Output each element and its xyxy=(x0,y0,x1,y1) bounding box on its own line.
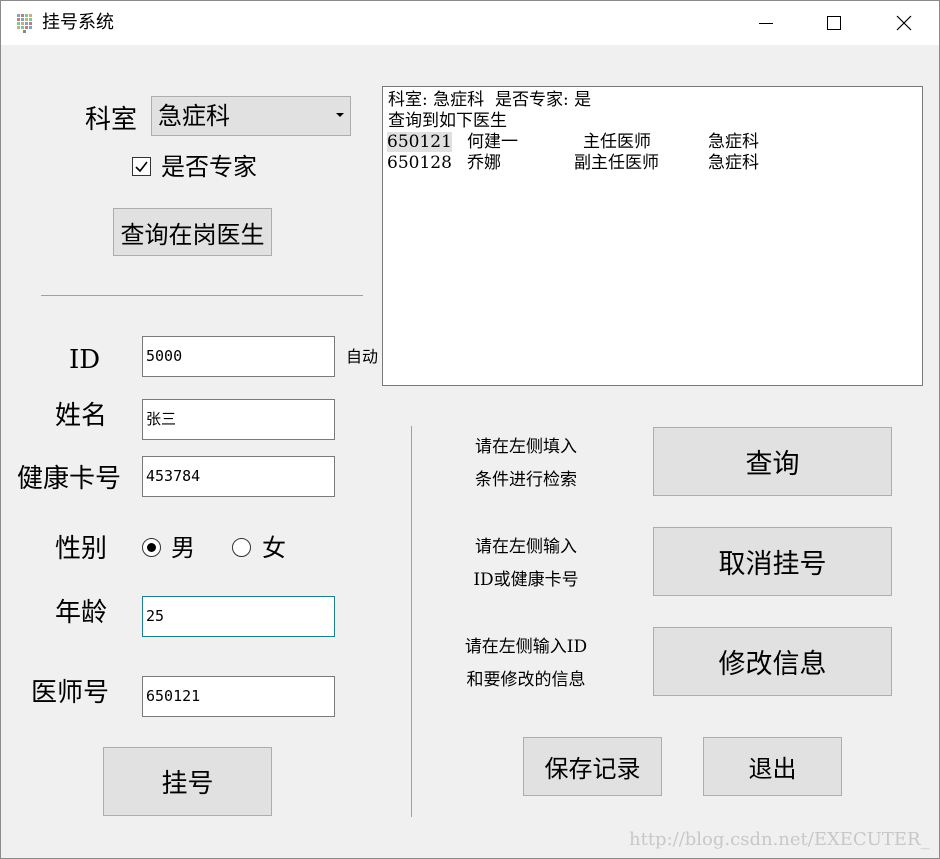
register-button[interactable]: 挂号 xyxy=(103,747,272,816)
checkmark-icon xyxy=(135,161,148,173)
gender-label: 性别 xyxy=(55,534,108,564)
expert-checkbox-label[interactable]: 是否专家 xyxy=(161,152,257,182)
name-label: 姓名 xyxy=(55,401,108,431)
result-summary: 科室: 急症科 是否专家: 是 xyxy=(388,90,592,110)
department-select[interactable]: 急症科 xyxy=(151,96,351,136)
close-icon xyxy=(896,15,912,31)
cancel-hint-line2: ID或健康卡号 xyxy=(473,570,579,590)
query-doctors-button[interactable]: 查询在岗医生 xyxy=(113,208,272,256)
doctor-number-label: 医师号 xyxy=(31,678,110,708)
doctor-dept: 急症科 xyxy=(708,153,759,173)
doctor-name: 何建一 xyxy=(467,132,518,152)
divider-horizontal xyxy=(41,295,363,296)
maximize-button[interactable] xyxy=(799,1,869,45)
health-card-field[interactable]: 453784 xyxy=(142,456,335,497)
minimize-button[interactable] xyxy=(731,1,801,45)
search-hint-line2: 条件进行检索 xyxy=(475,470,577,490)
modify-hint-line1: 请在左侧输入ID xyxy=(464,637,588,657)
doctor-name: 乔娜 xyxy=(467,153,501,173)
department-select-value: 急症科 xyxy=(158,102,230,130)
gender-female-label[interactable]: 女 xyxy=(262,533,286,563)
department-label: 科室 xyxy=(85,105,138,135)
divider-vertical xyxy=(411,426,412,817)
doctor-dept: 急症科 xyxy=(708,132,759,152)
title-bar[interactable]: 挂号系统 xyxy=(1,1,939,45)
name-field[interactable]: 张三 xyxy=(142,399,335,440)
save-records-button[interactable]: 保存记录 xyxy=(523,737,662,796)
main-window: 挂号系统 科室 急症科 是否专家 查询在岗医生 科室: 急症科 是否专家: 是 … xyxy=(0,0,940,859)
id-label: ID xyxy=(69,345,101,375)
doctor-title: 主任医师 xyxy=(583,132,651,152)
watermark-text: http://blog.csdn.net/EXECUTER_ xyxy=(629,829,930,850)
gender-male-radio[interactable] xyxy=(142,538,161,557)
search-hint-line1: 请在左侧填入 xyxy=(475,437,577,457)
minimize-icon xyxy=(759,23,773,24)
modify-hint-line2: 和要修改的信息 xyxy=(466,670,586,690)
doctor-number-field[interactable]: 650121 xyxy=(142,676,335,717)
expert-checkbox[interactable] xyxy=(132,157,151,176)
doctor-id: 650121 xyxy=(387,132,452,152)
window-title: 挂号系统 xyxy=(42,12,114,33)
id-auto-label: 自动 xyxy=(346,347,379,366)
exit-button[interactable]: 退出 xyxy=(703,737,842,796)
maximize-icon xyxy=(827,16,841,30)
gender-female-radio[interactable] xyxy=(232,538,251,557)
doctor-title: 副主任医师 xyxy=(574,153,659,173)
result-list[interactable]: 科室: 急症科 是否专家: 是 查询到如下医生 650121 何建一 主任医师 … xyxy=(382,86,923,386)
health-card-label: 健康卡号 xyxy=(17,464,122,494)
id-field[interactable]: 5000 xyxy=(142,336,335,377)
close-button[interactable] xyxy=(869,1,939,45)
radio-selected-dot xyxy=(147,543,156,552)
age-label: 年龄 xyxy=(55,598,108,628)
modify-info-button[interactable]: 修改信息 xyxy=(653,627,892,696)
result-found-line: 查询到如下医生 xyxy=(388,111,507,131)
chevron-down-icon xyxy=(336,113,344,117)
cancel-registration-button[interactable]: 取消挂号 xyxy=(653,527,892,596)
app-grid-icon xyxy=(17,14,32,33)
age-field[interactable]: 25 xyxy=(142,596,335,637)
cancel-hint-line1: 请在左侧输入 xyxy=(475,537,577,557)
search-button[interactable]: 查询 xyxy=(653,427,892,496)
gender-male-label[interactable]: 男 xyxy=(171,533,195,563)
doctor-id: 650128 xyxy=(387,153,452,173)
